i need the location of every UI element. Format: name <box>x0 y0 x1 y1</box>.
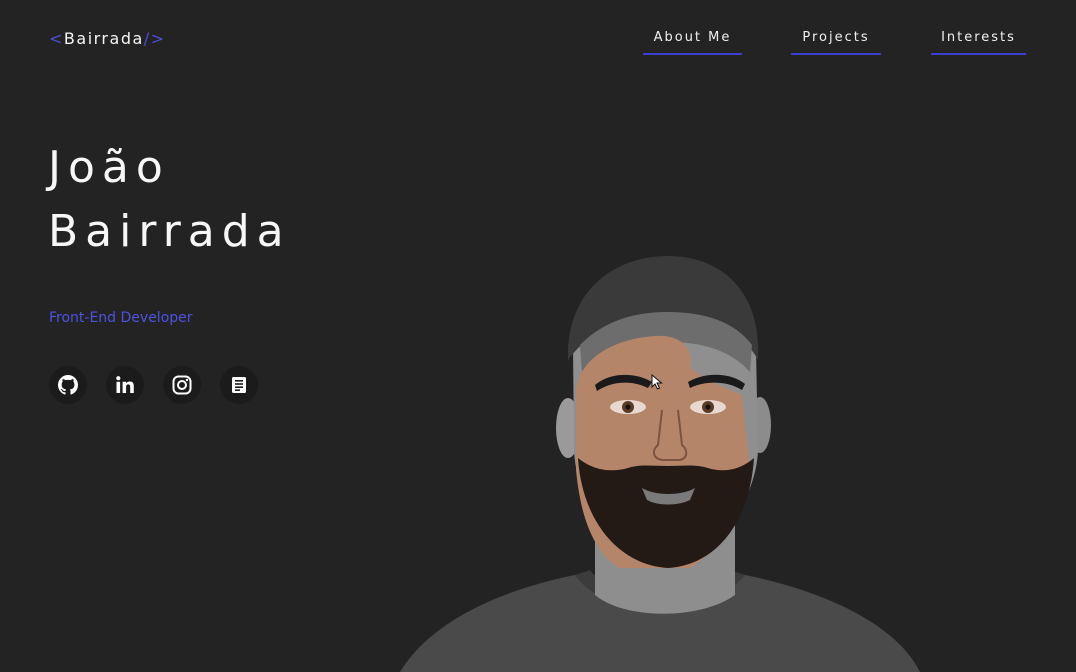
resume-link[interactable] <box>220 366 258 404</box>
nav-projects[interactable]: Projects <box>791 30 881 55</box>
hero-last-name: Bairrada <box>48 206 291 257</box>
social-links <box>49 366 258 404</box>
hero-first-name: João <box>48 142 170 193</box>
nav-about-me[interactable]: About Me <box>643 30 742 55</box>
github-icon <box>58 375 78 395</box>
mouse-cursor-icon <box>651 374 663 390</box>
hero-name: João Bairrada <box>48 136 291 264</box>
portrait-illustration <box>400 256 920 672</box>
page: <Bairrada/> About Me Projects Interests … <box>0 0 1076 672</box>
nav-interests[interactable]: Interests <box>931 30 1026 55</box>
instagram-link[interactable] <box>163 366 201 404</box>
resume-icon <box>232 377 246 393</box>
linkedin-link[interactable] <box>106 366 144 404</box>
linkedin-icon <box>116 376 134 393</box>
hero-role: Front-End Developer <box>49 310 193 326</box>
main-nav: About Me Projects Interests <box>0 30 1076 60</box>
github-link[interactable] <box>49 366 87 404</box>
instagram-icon <box>172 375 192 395</box>
